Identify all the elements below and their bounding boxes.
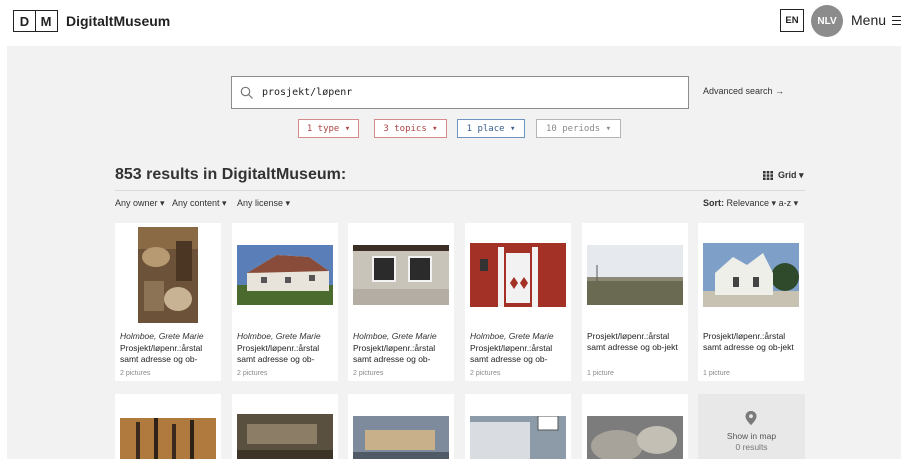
content-facet[interactable]: Any content ▾ [172, 198, 227, 209]
result-count: 2 pictures [120, 370, 151, 377]
menu-label: Menu [851, 12, 887, 28]
site-header: D M DigitaltMuseum EN NLV Menu [0, 0, 901, 44]
result-thumbnail [115, 223, 221, 327]
filter-topics[interactable]: 3 topics ▾ [374, 119, 447, 138]
result-card[interactable]: Holmboe, Grete Marie Prosjekt/løpenr.:år… [232, 223, 338, 381]
map-results-count: 0 results [735, 442, 768, 452]
license-facet[interactable]: Any license ▾ [237, 198, 290, 209]
logo-text: DigitaltMuseum [66, 13, 171, 29]
result-title: Prosjekt/løpenr.:årstal samt adresse og … [237, 343, 320, 364]
search-icon [240, 86, 253, 99]
result-title: Prosjekt/løpenr.:årstal samt adresse og … [353, 343, 436, 364]
view-toggle[interactable]: Grid ▾ [763, 170, 804, 181]
main-panel: Advanced search → 1 type ▾ 3 topics ▾ 1 … [7, 46, 901, 459]
result-thumbnail [698, 223, 804, 327]
result-card[interactable] [115, 394, 221, 459]
result-card[interactable] [582, 394, 688, 459]
result-count: 1 picture [587, 370, 614, 377]
result-thumbnail [465, 223, 571, 327]
menu-button[interactable]: Menu [851, 12, 901, 28]
result-owner: Holmboe, Grete Marie [470, 331, 554, 341]
result-thumbnail [353, 416, 449, 459]
results-title: 853 results in DigitaltMuseum: [115, 166, 347, 183]
logo-letter-m: M [34, 10, 58, 32]
sort-label: Sort: [703, 198, 724, 208]
search-input[interactable] [262, 87, 662, 98]
sort-control[interactable]: Sort: Relevance ▾ a-z ▾ [703, 198, 798, 209]
view-toggle-label: Grid ▾ [778, 170, 804, 180]
logo-letter-d: D [13, 10, 36, 32]
result-thumbnail [120, 418, 216, 459]
result-count: 2 pictures [237, 370, 268, 377]
result-card[interactable] [348, 394, 454, 459]
result-title: Prosjekt/løpenr.:årstal samt adresse og … [470, 343, 553, 364]
result-card[interactable] [232, 394, 338, 459]
result-card[interactable]: Holmboe, Grete Marie Prosjekt/løpenr.:år… [348, 223, 454, 381]
result-count: 2 pictures [470, 370, 501, 377]
owner-facet[interactable]: Any owner ▾ [115, 198, 165, 209]
result-owner: Holmboe, Grete Marie [353, 331, 437, 341]
show-in-map-card[interactable]: Show in map 0 results [698, 394, 805, 459]
result-title: Prosjekt/løpenr.:årstal samt adresse og … [120, 343, 203, 364]
result-card[interactable]: Prosjekt/løpenr.:årstal samt adresse og … [582, 223, 688, 381]
result-owner: Holmboe, Grete Marie [237, 331, 321, 341]
sort-value: Relevance ▾ [726, 198, 777, 208]
show-in-map-label: Show in map [726, 431, 777, 441]
divider [115, 190, 805, 191]
result-thumbnail [237, 414, 333, 459]
filter-type[interactable]: 1 type ▾ [298, 119, 359, 138]
order-value: a-z ▾ [778, 198, 799, 208]
result-owner: Holmboe, Grete Marie [120, 331, 204, 341]
advanced-search-link[interactable]: Advanced search → [703, 86, 784, 96]
result-thumbnail [582, 223, 688, 327]
map-pin-icon [745, 411, 757, 425]
result-count: 1 picture [703, 370, 730, 377]
result-card[interactable] [465, 394, 571, 459]
result-thumbnail [348, 223, 454, 327]
site-logo[interactable]: D M DigitaltMuseum [13, 10, 170, 32]
result-thumbnail [470, 416, 566, 459]
filter-place[interactable]: 1 place ▾ [457, 119, 525, 138]
grid-icon [763, 171, 773, 180]
result-title: Prosjekt/løpenr.:årstal samt adresse og … [703, 331, 794, 352]
language-button[interactable]: EN [780, 9, 804, 32]
hamburger-icon [892, 15, 901, 25]
avatar[interactable]: NLV [811, 5, 843, 37]
result-card[interactable]: Holmboe, Grete Marie Prosjekt/løpenr.:år… [115, 223, 221, 381]
result-thumbnail [232, 223, 338, 327]
filter-periods[interactable]: 10 periods ▾ [536, 119, 621, 138]
result-card[interactable]: Prosjekt/løpenr.:årstal samt adresse og … [698, 223, 804, 381]
result-count: 2 pictures [353, 370, 384, 377]
result-title: Prosjekt/løpenr.:årstal samt adresse og … [587, 331, 678, 352]
search-box[interactable] [231, 76, 689, 109]
result-card[interactable]: Holmboe, Grete Marie Prosjekt/løpenr.:år… [465, 223, 571, 381]
result-thumbnail [587, 416, 683, 459]
